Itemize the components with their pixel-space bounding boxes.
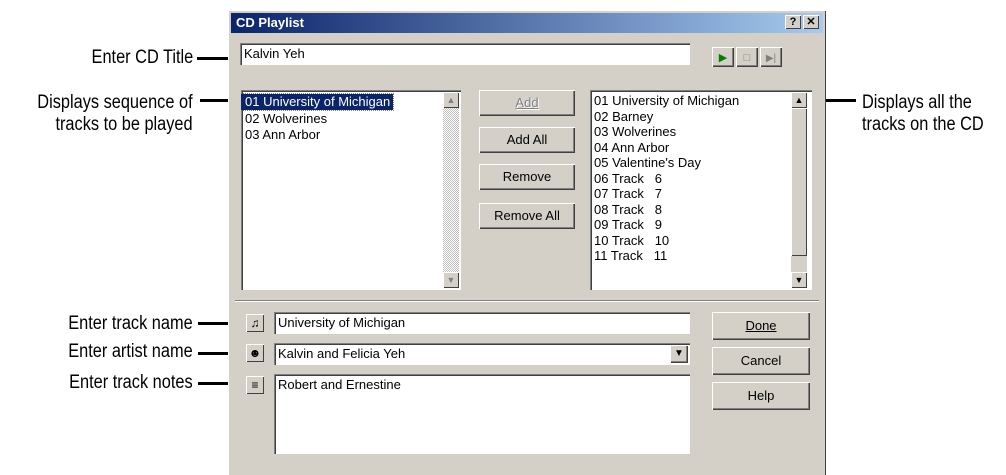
playlist-scrollbar[interactable]: ▲ ▼ (443, 92, 459, 288)
add-button[interactable]: Add (479, 90, 575, 116)
playlist-item[interactable]: 03 Ann Arbor (241, 127, 461, 143)
callout-track-notes: Enter track notes (69, 372, 193, 393)
play-icon: ▶ (718, 52, 728, 64)
callout-all-tracks: Displays all the tracks on the CD (862, 92, 984, 135)
track-name-input[interactable]: University of Michigan (274, 312, 690, 334)
track-item[interactable]: 10 Track 10 (590, 233, 812, 249)
track-item[interactable]: 04 Ann Arbor (590, 140, 812, 156)
close-title-button[interactable]: ✕ (803, 15, 819, 29)
callout-cd-title: Enter CD Title (91, 47, 193, 68)
help-button[interactable]: Help (712, 382, 810, 410)
track-item[interactable]: 05 Valentine's Day (590, 155, 812, 171)
track-item[interactable]: 07 Track 7 (590, 186, 812, 202)
track-item[interactable]: 02 Barney (590, 109, 812, 125)
callout-artist-name: Enter artist name (68, 341, 193, 362)
playlist-item[interactable]: 01 University of Michigan (241, 93, 461, 111)
scroll-thumb[interactable] (791, 108, 807, 256)
available-tracks-list[interactable]: 01 University of Michigan 02 Barney 03 W… (590, 90, 812, 290)
add-all-button[interactable]: Add All (479, 127, 575, 153)
cd-title-value: Kalvin Yeh (244, 46, 305, 61)
scroll-up-icon[interactable]: ▲ (791, 92, 807, 108)
scroll-down-icon[interactable]: ▼ (791, 272, 807, 288)
track-item[interactable]: 08 Track 8 (590, 202, 812, 218)
callout-sequence: Displays sequence of tracks to be played (37, 92, 193, 135)
help-title-button[interactable]: ? (785, 15, 801, 29)
artist-name-select[interactable]: Kalvin and Felicia Yeh ▼ (274, 343, 690, 365)
track-item[interactable]: 03 Wolverines (590, 124, 812, 140)
window-title: CD Playlist (236, 15, 304, 30)
scroll-up-icon[interactable]: ▲ (443, 92, 459, 108)
done-button[interactable]: Done (712, 312, 810, 340)
scroll-down-icon[interactable]: ▼ (443, 272, 459, 288)
notes-icon: ≡ (246, 376, 264, 394)
available-tracks-scrollbar[interactable]: ▲ ▼ (791, 92, 807, 288)
track-name-value: University of Michigan (278, 315, 406, 330)
play-button[interactable]: ▶ (712, 47, 734, 67)
playlist-list[interactable]: 01 University of Michigan 02 Wolverines … (241, 90, 461, 290)
next-track-button[interactable]: ▶| (760, 47, 782, 67)
remove-all-button[interactable]: Remove All (479, 203, 575, 229)
track-item[interactable]: 01 University of Michigan (590, 93, 812, 109)
remove-button[interactable]: Remove (479, 164, 575, 190)
cancel-button[interactable]: Cancel (712, 347, 810, 375)
playlist-item[interactable]: 02 Wolverines (241, 111, 461, 127)
title-bar: CD Playlist ? ✕ (231, 13, 823, 33)
artist-icon: ☻ (246, 344, 264, 362)
track-item[interactable]: 11 Track 11 (590, 248, 812, 264)
cd-title-input[interactable]: Kalvin Yeh (240, 43, 690, 65)
stop-icon: □ (743, 52, 751, 64)
track-item[interactable]: 06 Track 6 (590, 171, 812, 187)
music-note-icon: ♫ (246, 314, 264, 332)
cd-playlist-dialog: CD Playlist ? ✕ Kalvin Yeh ▶ □ ▶| 01 Uni… (228, 10, 826, 475)
separator (235, 300, 819, 302)
track-notes-value: Robert and Ernestine (278, 377, 401, 392)
callout-track-name: Enter track name (68, 313, 193, 334)
stop-button[interactable]: □ (736, 47, 758, 67)
next-track-icon: ▶| (765, 53, 777, 64)
track-item[interactable]: 09 Track 9 (590, 217, 812, 233)
track-notes-textarea[interactable]: Robert and Ernestine (274, 374, 690, 454)
artist-name-value: Kalvin and Felicia Yeh (278, 346, 406, 361)
chevron-down-icon[interactable]: ▼ (670, 345, 688, 363)
